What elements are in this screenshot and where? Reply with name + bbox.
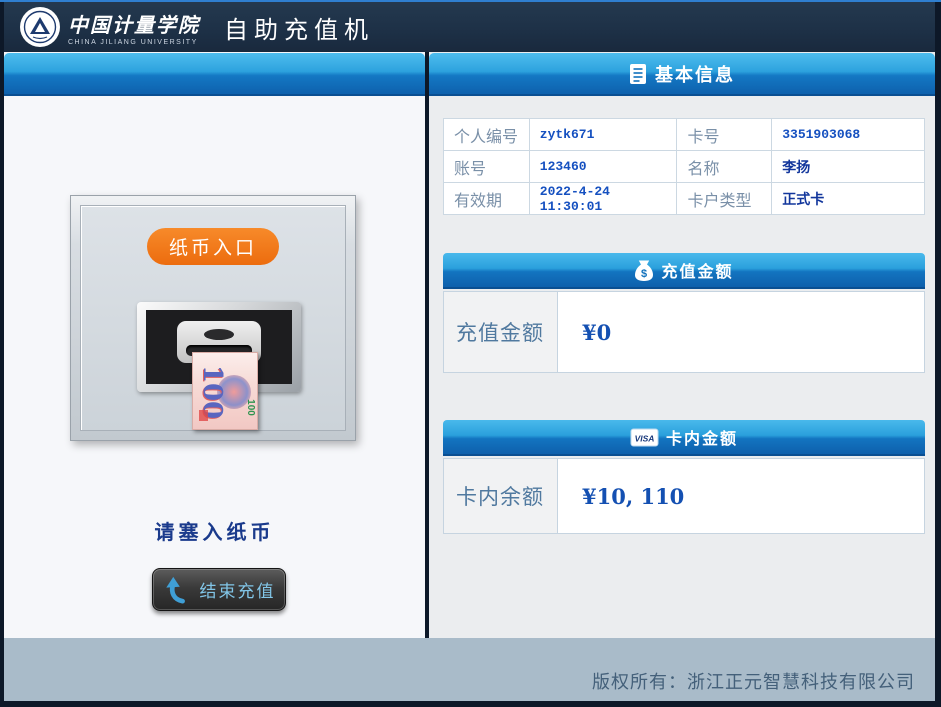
label-card-number: 卡号 <box>677 119 772 151</box>
banknote-seal <box>199 410 208 421</box>
label-name: 名称 <box>677 151 772 183</box>
copyright-text: 版权所有：浙江正元智慧科技有限公司 <box>592 672 915 692</box>
money-bag-icon: $ <box>634 259 654 282</box>
visa-card-icon: VISA <box>630 428 659 447</box>
card-balance-label: 卡内余额 <box>444 459 558 533</box>
bill-slot-cavity: 100 100 <box>146 310 292 384</box>
document-icon <box>629 63 647 85</box>
banknote-graphic: 100 100 <box>192 352 258 430</box>
university-name: 中国计量学院 CHINA JILIANG UNIVERSITY <box>68 9 200 46</box>
undo-arrow-icon <box>163 576 191 604</box>
university-name-en: CHINA JILIANG UNIVERSITY <box>68 39 200 46</box>
recharge-amount-value: ¥0 <box>558 292 924 372</box>
account-info-panel: 基本信息 个人编号 zytk671 卡号 3351903068 账号 12346… <box>429 52 935 638</box>
table-row: 个人编号 zytk671 卡号 3351903068 <box>444 119 925 151</box>
cash-acceptor-graphic: 纸币入口 100 100 <box>70 195 356 441</box>
end-recharge-label: 结束充值 <box>200 577 276 602</box>
recharge-amount-row: 充值金额 ¥0 <box>443 291 925 373</box>
header-bar: 中国计量学院 CHINA JILIANG UNIVERSITY 自助充值机 <box>4 2 935 52</box>
value-name: 李扬 <box>772 151 925 183</box>
label-account: 账号 <box>444 151 530 183</box>
university-logo: 中国计量学院 CHINA JILIANG UNIVERSITY <box>20 7 200 47</box>
bill-slot-frame: 100 100 <box>137 302 301 392</box>
value-card-number: 3351903068 <box>772 119 925 151</box>
recharge-amount-label: 充值金额 <box>444 292 558 372</box>
visa-glyph: VISA <box>635 433 655 443</box>
card-balance-header-bar: VISA 卡内金额 <box>443 420 925 456</box>
label-valid-until: 有效期 <box>444 183 530 215</box>
recharge-amount-header-bar: $ 充值金额 <box>443 253 925 289</box>
basic-info-title: 基本信息 <box>655 61 735 87</box>
card-balance-title: 卡内金额 <box>666 425 738 449</box>
card-balance-value: ¥10, 110 <box>558 459 924 533</box>
label-person-id: 个人编号 <box>444 119 530 151</box>
page-title: 自助充值机 <box>224 10 374 45</box>
left-panel-header-bar <box>4 53 425 96</box>
table-row: 账号 123460 名称 李扬 <box>444 151 925 183</box>
cash-insert-panel: 纸币入口 100 100 <box>4 52 425 638</box>
kiosk-screen: 中国计量学院 CHINA JILIANG UNIVERSITY 自助充值机 纸币… <box>0 0 941 707</box>
university-emblem-icon <box>20 7 60 47</box>
bill-slot-notch <box>204 329 234 340</box>
value-card-type: 正式卡 <box>772 183 925 215</box>
bill-entrance-label: 纸币入口 <box>147 228 279 265</box>
card-balance-row: 卡内余额 ¥10, 110 <box>443 458 925 534</box>
recharge-amount-title: 充值金额 <box>661 258 733 282</box>
banknote-denomination-small: 100 <box>245 399 256 416</box>
basic-info-table: 个人编号 zytk671 卡号 3351903068 账号 123460 名称 … <box>443 118 925 215</box>
university-name-cn: 中国计量学院 <box>68 9 200 38</box>
end-recharge-button[interactable]: 结束充值 <box>152 568 286 611</box>
label-card-type: 卡户类型 <box>677 183 772 215</box>
insert-bill-instruction: 请塞入纸币 <box>4 516 425 545</box>
value-account: 123460 <box>529 151 677 183</box>
value-person-id: zytk671 <box>529 119 677 151</box>
cash-acceptor-faceplate: 纸币入口 100 100 <box>80 205 346 431</box>
value-valid-until: 2022-4-24 11:30:01 <box>529 183 677 215</box>
table-row: 有效期 2022-4-24 11:30:01 卡户类型 正式卡 <box>444 183 925 215</box>
basic-info-header-bar: 基本信息 <box>429 53 935 96</box>
dollar-glyph: $ <box>641 268 647 280</box>
footer-bar: 版权所有：浙江正元智慧科技有限公司 <box>4 638 935 701</box>
